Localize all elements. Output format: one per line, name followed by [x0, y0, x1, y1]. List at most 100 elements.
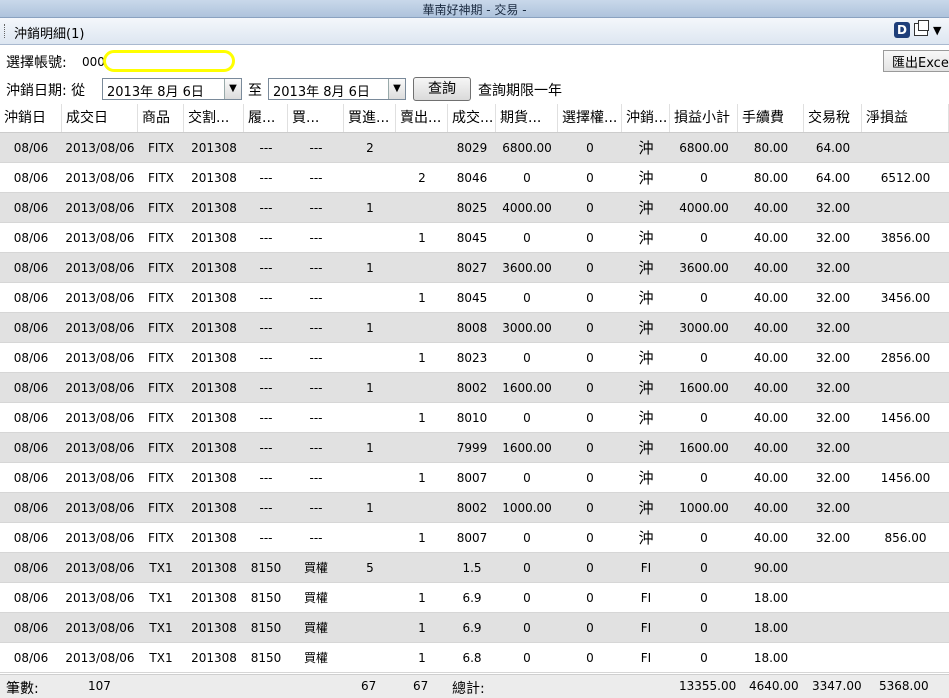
cell-strike: 8150: [250, 651, 282, 665]
cell-net-pnl: 3456.00: [880, 291, 931, 305]
column-header-futures-pnl[interactable]: 期貨...: [496, 104, 558, 132]
column-header-offset-date[interactable]: 沖銷日: [0, 104, 62, 132]
cell-futures-pnl: 1600.00: [502, 381, 552, 395]
cell-futures-pnl: 3600.00: [502, 261, 552, 275]
column-header-offset-type[interactable]: 沖銷...: [622, 104, 670, 132]
cell-offset-date: 08/06: [13, 591, 49, 605]
cell-pnl-subtotal: 0: [700, 621, 708, 635]
table-row[interactable]: 08/06 2013/08/06 FITX 201308 --- --- 1 8045 0 0 沖 0…: [0, 223, 949, 253]
column-header-strike[interactable]: 履...: [244, 104, 288, 132]
cell-futures-pnl: 0: [523, 171, 531, 185]
column-header-product[interactable]: 商品: [138, 104, 184, 132]
table-row[interactable]: 08/06 2013/08/06 FITX 201308 --- --- 1 8027 3600…: [0, 253, 949, 283]
column-header-trade-date[interactable]: 成交日: [62, 104, 138, 132]
cell-option-pnl: 0: [586, 591, 594, 605]
cell-offset-type: 沖: [638, 499, 654, 517]
table-row[interactable]: 08/06 2013/08/06 FITX 201308 --- --- 1 8025 4000…: [0, 193, 949, 223]
cell-buy-qty: [344, 403, 396, 432]
cell-product: FITX: [148, 501, 174, 515]
cell-offset-date: 08/06: [13, 261, 49, 275]
column-header-price[interactable]: 成交...: [448, 104, 496, 132]
cell-offset-date: 08/06: [13, 351, 49, 365]
cell-futures-pnl: 0: [523, 621, 531, 635]
cell-product: FITX: [148, 141, 174, 155]
column-header-net-pnl[interactable]: 淨損益: [862, 104, 949, 132]
table-row[interactable]: 08/06 2013/08/06 FITX 201308 --- --- 1 8010 0 0 沖 0…: [0, 403, 949, 433]
cell-fee: 40.00: [753, 261, 789, 275]
column-header-delivery-month[interactable]: 交割...: [184, 104, 244, 132]
cell-futures-pnl: 0: [523, 291, 531, 305]
cell-price: 6.9: [462, 621, 482, 635]
window-restore-icon[interactable]: [914, 20, 929, 36]
table-row[interactable]: 08/06 2013/08/06 FITX 201308 --- --- 2 8029 6800…: [0, 133, 949, 163]
cell-fee: 40.00: [753, 231, 789, 245]
cell-product: FITX: [148, 351, 174, 365]
cell-tax: 32.00: [815, 381, 851, 395]
table-row[interactable]: 08/06 2013/08/06 FITX 201308 --- --- 1 8002 1600…: [0, 373, 949, 403]
grip-icon[interactable]: [4, 24, 7, 38]
table-row[interactable]: 08/06 2013/08/06 FITX 201308 --- --- 1 8002 1000…: [0, 493, 949, 523]
cell-offset-type: FI: [640, 651, 652, 665]
table-row[interactable]: 08/06 2013/08/06 FITX 201308 --- --- 2 8046 0 0 沖 0…: [0, 163, 949, 193]
date-to-picker[interactable]: 2013年 8月 6日 ▼: [268, 78, 406, 100]
cell-buy-qty: 2: [366, 141, 374, 155]
cell-delivery-month: 201308: [191, 381, 237, 395]
date-to-label: 至: [248, 83, 262, 99]
date-from-picker[interactable]: 2013年 8月 6日 ▼: [102, 78, 242, 100]
cell-pnl-subtotal: 0: [700, 291, 708, 305]
chevron-down-icon[interactable]: ▼: [388, 79, 405, 99]
cell-delivery-month: 201308: [191, 201, 237, 215]
table-row[interactable]: 08/06 2013/08/06 TX1 201308 8150 買權 1 6.9 0 0 FI 0 1…: [0, 583, 949, 613]
cell-call-put: 買權: [303, 591, 328, 605]
table-row[interactable]: 08/06 2013/08/06 TX1 201308 8150 買權 5 1.5 0 0 FI 0 9…: [0, 553, 949, 583]
table-row[interactable]: 08/06 2013/08/06 FITX 201308 --- --- 1 8023 0 0 沖 0…: [0, 343, 949, 373]
cell-tax: 32.00: [815, 501, 851, 515]
cell-pnl-subtotal: 1600.00: [679, 381, 729, 395]
column-header-buy-qty[interactable]: 買進...: [344, 104, 396, 132]
cell-trade-date: 2013/08/06: [65, 651, 135, 665]
sell-total: 67: [413, 679, 429, 693]
query-button[interactable]: 查詢: [413, 77, 471, 101]
cell-net-pnl: 856.00: [884, 531, 927, 545]
table-row[interactable]: 08/06 2013/08/06 FITX 201308 --- --- 1 8007 0 0 沖 0…: [0, 463, 949, 493]
export-excel-button[interactable]: 匯出Excel: [883, 50, 949, 72]
account-redaction-mark: [103, 50, 235, 72]
cell-net-pnl: [862, 193, 949, 222]
table-row[interactable]: 08/06 2013/08/06 FITX 201308 --- --- 1 8008 3000…: [0, 313, 949, 343]
d-logo-icon[interactable]: D: [894, 22, 910, 38]
column-header-sell-qty[interactable]: 賣出...: [396, 104, 448, 132]
cell-tax: 32.00: [815, 291, 851, 305]
cell-trade-date: 2013/08/06: [65, 471, 135, 485]
cell-sell-qty: 1: [418, 351, 426, 365]
cell-net-pnl: [862, 613, 949, 642]
cell-option-pnl: 0: [586, 141, 594, 155]
cell-product: FITX: [148, 231, 174, 245]
cell-trade-date: 2013/08/06: [65, 171, 135, 185]
cell-trade-date: 2013/08/06: [65, 351, 135, 365]
total-label: 總計:: [452, 681, 485, 697]
column-header-call-put[interactable]: 買...: [288, 104, 344, 132]
cell-futures-pnl: 3000.00: [502, 321, 552, 335]
cell-pnl-subtotal: 1000.00: [679, 501, 729, 515]
cell-tax: 32.00: [815, 321, 851, 335]
cell-tax: [804, 613, 862, 642]
cell-pnl-subtotal: 3600.00: [679, 261, 729, 275]
table-row[interactable]: 08/06 2013/08/06 FITX 201308 --- --- 1 8007 0 0 沖 0…: [0, 523, 949, 553]
chevron-down-icon[interactable]: ▼: [933, 24, 941, 37]
table-row[interactable]: 08/06 2013/08/06 TX1 201308 8150 買權 1 6.8 0 0 FI 0 1…: [0, 643, 949, 673]
column-header-tax[interactable]: 交易稅: [804, 104, 862, 132]
window-titlebar: 華南好神期 - 交易 -: [0, 0, 949, 18]
cell-delivery-month: 201308: [191, 261, 237, 275]
table-row[interactable]: 08/06 2013/08/06 FITX 201308 --- --- 1 8045 0 0 沖 0…: [0, 283, 949, 313]
column-header-pnl-subtotal[interactable]: 損益小計: [670, 104, 738, 132]
cell-sell-qty: [396, 493, 448, 522]
cell-delivery-month: 201308: [191, 411, 237, 425]
chevron-down-icon[interactable]: ▼: [224, 79, 241, 99]
column-header-option-pnl[interactable]: 選擇權...: [558, 104, 622, 132]
column-header-fee[interactable]: 手續費: [738, 104, 804, 132]
cell-futures-pnl: 6800.00: [502, 141, 552, 155]
table-row[interactable]: 08/06 2013/08/06 TX1 201308 8150 買權 1 6.9 0 0 FI 0 1…: [0, 613, 949, 643]
cell-fee: 40.00: [753, 201, 789, 215]
cell-strike: ---: [259, 231, 273, 245]
table-row[interactable]: 08/06 2013/08/06 FITX 201308 --- --- 1 7999 1600…: [0, 433, 949, 463]
